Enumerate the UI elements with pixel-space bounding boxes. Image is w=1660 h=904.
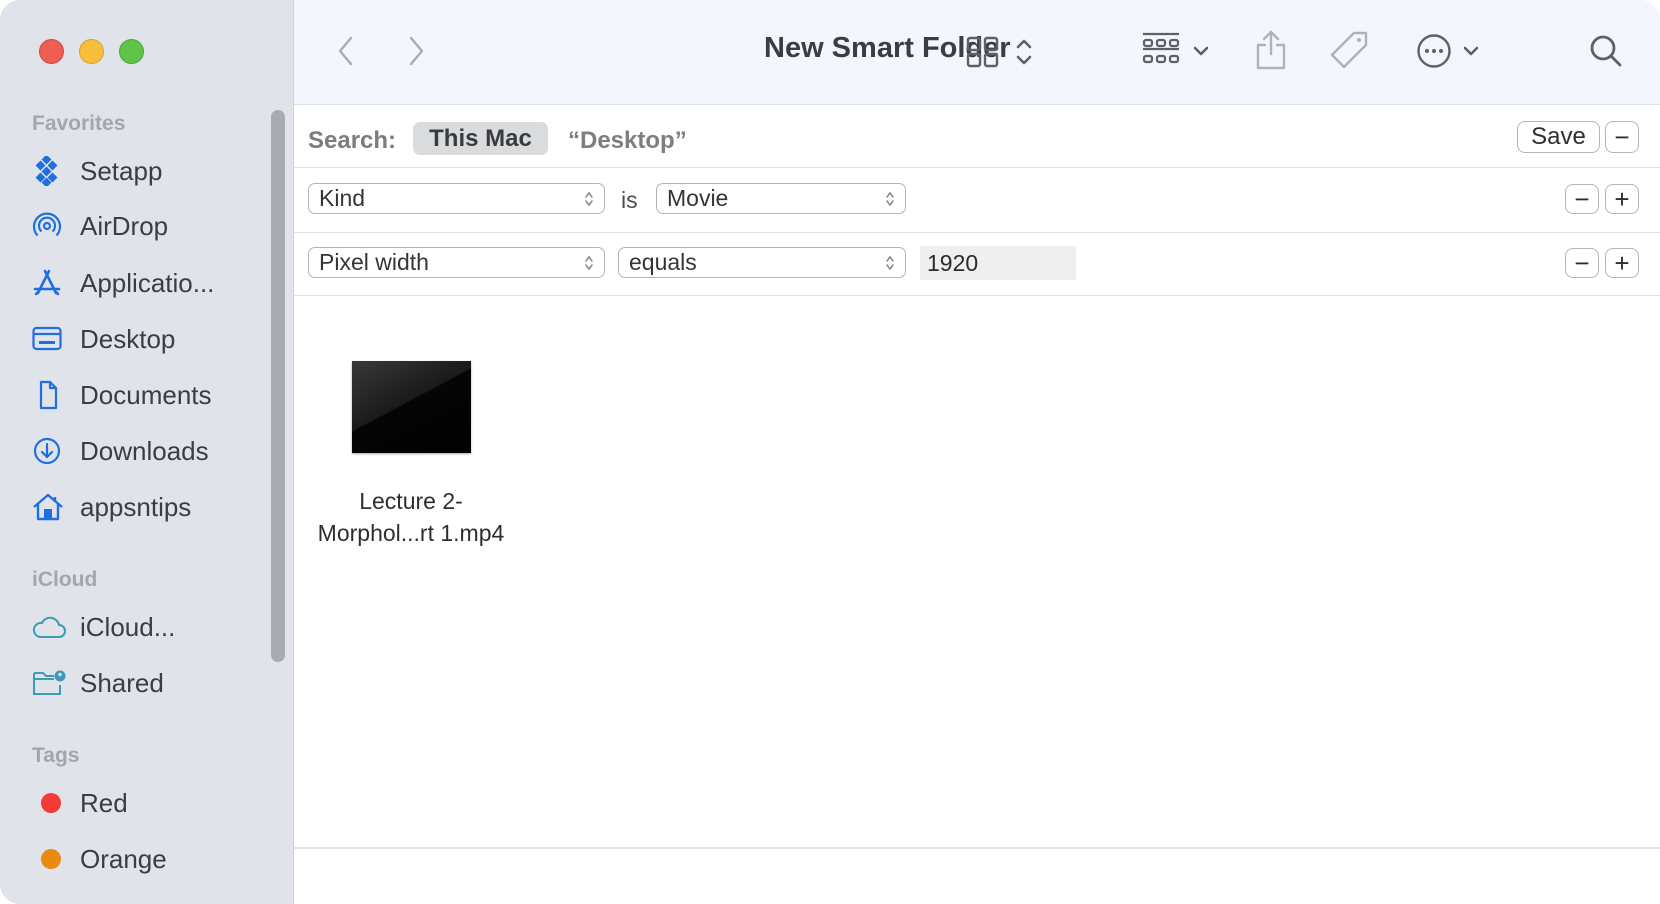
sidebar-item-label: appsntips bbox=[80, 491, 192, 522]
shared-folder-icon bbox=[32, 668, 68, 698]
sidebar-item-tag-red[interactable]: Red bbox=[32, 783, 272, 823]
tag-icon bbox=[1330, 31, 1368, 69]
remove-criterion-button[interactable]: − bbox=[1565, 184, 1599, 214]
operator-label: is bbox=[621, 187, 638, 213]
operator-select[interactable]: equals bbox=[618, 247, 906, 278]
remove-criterion-button[interactable]: − bbox=[1565, 248, 1599, 278]
chevron-right-icon bbox=[409, 36, 424, 66]
more-actions-button[interactable] bbox=[1416, 33, 1480, 74]
view-mode-button[interactable] bbox=[966, 36, 1034, 73]
attribute-value: Kind bbox=[319, 185, 366, 211]
operator-value: equals bbox=[629, 249, 697, 275]
sidebar-item-label: Documents bbox=[80, 379, 212, 410]
sidebar-header-icloud: iCloud bbox=[32, 568, 98, 591]
sidebar-item-desktop[interactable]: Desktop bbox=[32, 319, 272, 359]
tag-color-dot-red bbox=[32, 788, 68, 818]
sidebar-item-downloads[interactable]: Downloads bbox=[32, 431, 272, 471]
chevron-updown-icon bbox=[886, 255, 894, 271]
movie-thumbnail[interactable] bbox=[352, 361, 471, 453]
path-bar-divider bbox=[294, 847, 1660, 849]
search-scope-bar: Search: This Mac “Desktop” Save − bbox=[294, 105, 1660, 168]
add-criterion-button[interactable]: + bbox=[1605, 248, 1639, 278]
tag-button[interactable] bbox=[1328, 31, 1370, 76]
sidebar-item-label: Setapp bbox=[80, 155, 163, 186]
sidebar-scrollbar[interactable] bbox=[271, 110, 285, 662]
applications-icon bbox=[32, 268, 68, 298]
sidebar-item-label: Red bbox=[80, 787, 128, 818]
search-button[interactable] bbox=[1589, 34, 1623, 73]
setapp-icon bbox=[32, 156, 68, 186]
chevron-updown-icon bbox=[1017, 39, 1032, 65]
scope-desktop-button[interactable]: “Desktop” bbox=[568, 127, 687, 155]
sidebar-item-label: Orange bbox=[80, 843, 167, 874]
save-button[interactable]: Save bbox=[1517, 121, 1600, 153]
attribute-select[interactable]: Pixel width bbox=[308, 247, 605, 278]
criteria-row: Kind is Movie − + bbox=[294, 168, 1660, 233]
group-by-icon bbox=[1142, 32, 1180, 64]
sidebar-item-documents[interactable]: Documents bbox=[32, 375, 272, 415]
value-select-value: Movie bbox=[667, 185, 729, 211]
sidebar-item-applications[interactable]: Applicatio... bbox=[32, 263, 272, 303]
desktop-icon bbox=[32, 324, 68, 354]
finder-window: Favorites Setapp AirDrop Applicatio... D… bbox=[0, 0, 1660, 904]
group-by-button[interactable] bbox=[1142, 32, 1210, 75]
value-select[interactable]: Movie bbox=[656, 183, 906, 214]
sidebar-item-icloud-drive[interactable]: iCloud... bbox=[32, 607, 272, 647]
remove-search-button[interactable]: − bbox=[1605, 121, 1639, 153]
file-name-line-2: Morphol...rt 1.mp4 bbox=[317, 520, 505, 546]
chevron-down-icon bbox=[1464, 46, 1479, 56]
tag-color-dot-orange bbox=[32, 844, 68, 874]
chevron-updown-icon bbox=[585, 191, 593, 207]
scope-this-mac-button[interactable]: This Mac bbox=[413, 122, 548, 155]
sidebar-item-airdrop[interactable]: AirDrop bbox=[32, 206, 272, 246]
chevron-down-icon bbox=[1194, 46, 1209, 56]
share-button[interactable] bbox=[1254, 30, 1288, 75]
zoom-button[interactable] bbox=[119, 39, 144, 64]
chevron-updown-icon bbox=[585, 255, 593, 271]
sidebar-item-label: AirDrop bbox=[80, 210, 169, 241]
minimize-button[interactable] bbox=[79, 39, 104, 64]
share-icon bbox=[1256, 30, 1286, 70]
search-label: Search: bbox=[308, 127, 397, 154]
file-name-line-1: Lecture 2- bbox=[359, 488, 463, 514]
document-icon bbox=[32, 380, 68, 410]
back-button[interactable] bbox=[336, 35, 356, 72]
sidebar-item-label: iCloud... bbox=[80, 611, 176, 642]
criteria-row: Pixel width equals 1920 − + bbox=[294, 233, 1660, 296]
sidebar-item-label: Desktop bbox=[80, 323, 176, 354]
sidebar-item-label: Downloads bbox=[80, 435, 209, 466]
download-icon bbox=[32, 436, 68, 466]
sidebar-item-home[interactable]: appsntips bbox=[32, 487, 272, 527]
sidebar-item-label: Applicatio... bbox=[80, 267, 215, 298]
close-button[interactable] bbox=[39, 39, 64, 64]
home-icon bbox=[32, 492, 68, 522]
sidebar-header-tags: Tags bbox=[32, 744, 80, 767]
sidebar-item-setapp[interactable]: Setapp bbox=[32, 151, 272, 191]
forward-button[interactable] bbox=[406, 35, 426, 72]
magnifier-icon bbox=[1590, 35, 1622, 67]
chevron-updown-icon bbox=[886, 191, 894, 207]
attribute-select[interactable]: Kind bbox=[308, 183, 605, 214]
sidebar-item-tag-orange[interactable]: Orange bbox=[32, 839, 272, 879]
chevron-left-icon bbox=[338, 36, 353, 66]
toolbar: New Smart Folder bbox=[294, 0, 1660, 105]
sidebar: Favorites Setapp AirDrop Applicatio... D… bbox=[0, 0, 294, 904]
pixel-width-value: 1920 bbox=[927, 249, 979, 276]
ellipsis-circle-icon bbox=[1417, 34, 1451, 68]
pixel-width-input[interactable]: 1920 bbox=[920, 246, 1076, 280]
cloud-icon bbox=[32, 612, 68, 642]
attribute-value: Pixel width bbox=[319, 249, 429, 275]
add-criterion-button[interactable]: + bbox=[1605, 184, 1639, 214]
icon-grid-view-icon bbox=[966, 36, 999, 68]
sidebar-item-shared[interactable]: Shared bbox=[32, 663, 272, 703]
sidebar-header-favorites: Favorites bbox=[32, 112, 126, 135]
sidebar-item-label: Shared bbox=[80, 667, 164, 698]
airdrop-icon bbox=[32, 211, 68, 241]
